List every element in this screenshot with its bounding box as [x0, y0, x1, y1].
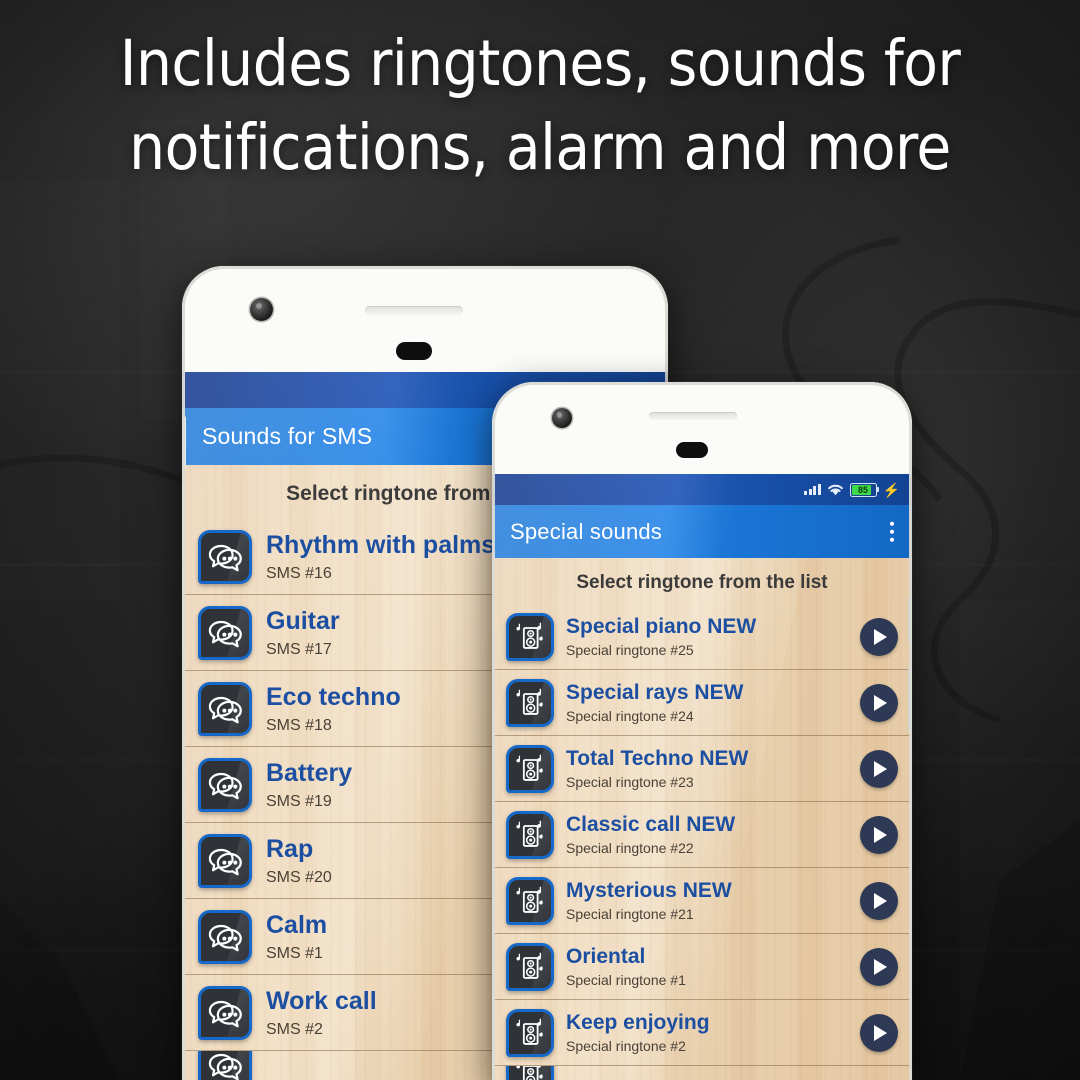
- ringtone-title: Special rays NEW: [566, 681, 744, 704]
- status-bar-sheen: [492, 474, 758, 505]
- phone-top-hardware-right: [492, 382, 912, 474]
- row-texts: Keep enjoying Special ringtone #2: [566, 1011, 848, 1054]
- play-triangle: [874, 628, 887, 645]
- play-triangle: [874, 760, 887, 777]
- ringtone-subtitle: Special ringtone #23: [566, 774, 694, 790]
- play-icon[interactable]: [860, 617, 898, 656]
- phone-screen-right: 85 ⚡ Special sounds Select ringtone from…: [492, 474, 912, 1080]
- ringtone-subtitle: Special ringtone #24: [566, 708, 694, 724]
- ringtone-list-area-right: Select ringtone from the list Special pi…: [492, 558, 912, 1080]
- sensor-pill: [396, 342, 432, 360]
- sms-bubble-icon: [198, 833, 252, 888]
- table-row[interactable]: Special rays NEW Special ringtone #24: [492, 670, 912, 736]
- row-texts: Classic call NEW Special ringtone #22: [566, 813, 848, 856]
- page-title: Includes ringtones, sounds for notificat…: [0, 22, 1080, 190]
- table-row[interactable]: Classic call NEW Special ringtone #22: [492, 802, 912, 868]
- ringtone-subtitle: Special ringtone #21: [566, 906, 694, 922]
- list-header-right: Select ringtone from the list: [576, 572, 828, 593]
- sms-bubble-icon: [198, 1051, 252, 1080]
- promo-graphic: Includes ringtones, sounds for notificat…: [0, 0, 1080, 1080]
- ringtone-subtitle: Special ringtone #25: [566, 642, 694, 658]
- speaker-music-icon: [506, 678, 554, 727]
- play-icon[interactable]: [860, 1013, 898, 1052]
- battery-level-label: 85: [858, 484, 869, 495]
- table-row-partial[interactable]: [492, 1066, 912, 1080]
- sms-bubble-icon: [198, 681, 252, 736]
- row-texts: Oriental Special ringtone #1: [566, 945, 848, 988]
- app-bar-title-right: Special sounds: [510, 518, 663, 544]
- phone-top-hardware-left: [182, 266, 668, 372]
- front-camera-icon: [250, 298, 273, 321]
- status-bar-right: 85 ⚡: [492, 474, 912, 505]
- phone-mockup-right: 85 ⚡ Special sounds Select ringtone from…: [492, 382, 912, 1080]
- play-icon[interactable]: [860, 815, 898, 854]
- ringtone-title: Oriental: [566, 945, 646, 968]
- ringtone-title: Total Techno NEW: [566, 747, 749, 770]
- speaker-music-icon: [506, 942, 554, 991]
- ringtone-title: Classic call NEW: [566, 813, 736, 836]
- row-texts: Mysterious NEW Special ringtone #21: [566, 879, 848, 922]
- earpiece-speaker: [649, 412, 737, 420]
- speaker-music-icon: [506, 1066, 554, 1080]
- play-triangle: [874, 958, 887, 975]
- ringtone-title: Special piano NEW: [566, 615, 757, 638]
- wifi-icon: [827, 483, 844, 496]
- speaker-music-icon: [506, 1008, 554, 1057]
- ringtone-title: Mysterious NEW: [566, 879, 732, 902]
- play-icon[interactable]: [860, 881, 898, 920]
- ringtone-list-right[interactable]: Special piano NEW Special ringtone #25 Spe…: [492, 604, 912, 1080]
- play-icon[interactable]: [860, 683, 898, 722]
- headline-line-1: Includes ringtones, sounds for: [119, 27, 961, 100]
- ringtone-subtitle: Special ringtone #22: [566, 840, 694, 856]
- speaker-music-icon: [506, 810, 554, 859]
- sensor-pill: [676, 442, 708, 458]
- sms-bubble-icon: [198, 605, 252, 660]
- sms-bubble-icon: [198, 985, 252, 1040]
- play-triangle: [874, 892, 887, 909]
- play-icon[interactable]: [860, 749, 898, 788]
- table-row[interactable]: Oriental Special ringtone #1: [492, 934, 912, 1000]
- front-camera-icon: [552, 408, 572, 428]
- play-triangle: [874, 826, 887, 843]
- app-bar-title-left: Sounds for SMS: [202, 423, 373, 449]
- row-texts: Special piano NEW Special ringtone #25: [566, 615, 848, 658]
- table-row[interactable]: Total Techno NEW Special ringtone #23: [492, 736, 912, 802]
- charging-bolt-icon: ⚡: [882, 481, 900, 498]
- signal-bars-icon: [804, 483, 821, 496]
- earpiece-speaker: [365, 306, 463, 315]
- ringtone-title: Keep enjoying: [566, 1011, 710, 1034]
- speaker-music-icon: [506, 612, 554, 661]
- overflow-menu-icon[interactable]: [886, 517, 899, 546]
- table-row[interactable]: Special piano NEW Special ringtone #25: [492, 604, 912, 670]
- volume-button-right-phone[interactable]: [908, 597, 912, 643]
- volume-button-left-phone[interactable]: [182, 416, 186, 468]
- system-icons: 85 ⚡: [804, 481, 900, 498]
- speaker-music-icon: [506, 744, 554, 793]
- battery-icon: 85: [849, 482, 880, 497]
- row-texts: Total Techno NEW Special ringtone #23: [566, 747, 848, 790]
- headline-line-2: notifications, alarm and more: [129, 111, 951, 184]
- ringtone-subtitle: Special ringtone #1: [566, 972, 686, 988]
- play-icon[interactable]: [860, 947, 898, 986]
- sms-bubble-icon: [198, 757, 252, 812]
- status-bar-sheen: [182, 372, 490, 408]
- power-button-right-phone[interactable]: [908, 667, 912, 733]
- sms-bubble-icon: [198, 529, 252, 584]
- sms-bubble-icon: [198, 909, 252, 964]
- speaker-music-icon: [506, 876, 554, 925]
- play-triangle: [874, 1024, 887, 1041]
- row-texts: Special rays NEW Special ringtone #24: [566, 681, 848, 724]
- play-triangle: [874, 694, 887, 711]
- app-bar-right: Special sounds: [492, 505, 912, 558]
- ringtone-subtitle: Special ringtone #2: [566, 1038, 686, 1054]
- table-row[interactable]: Mysterious NEW Special ringtone #21: [492, 868, 912, 934]
- table-row[interactable]: Keep enjoying Special ringtone #2: [492, 1000, 912, 1066]
